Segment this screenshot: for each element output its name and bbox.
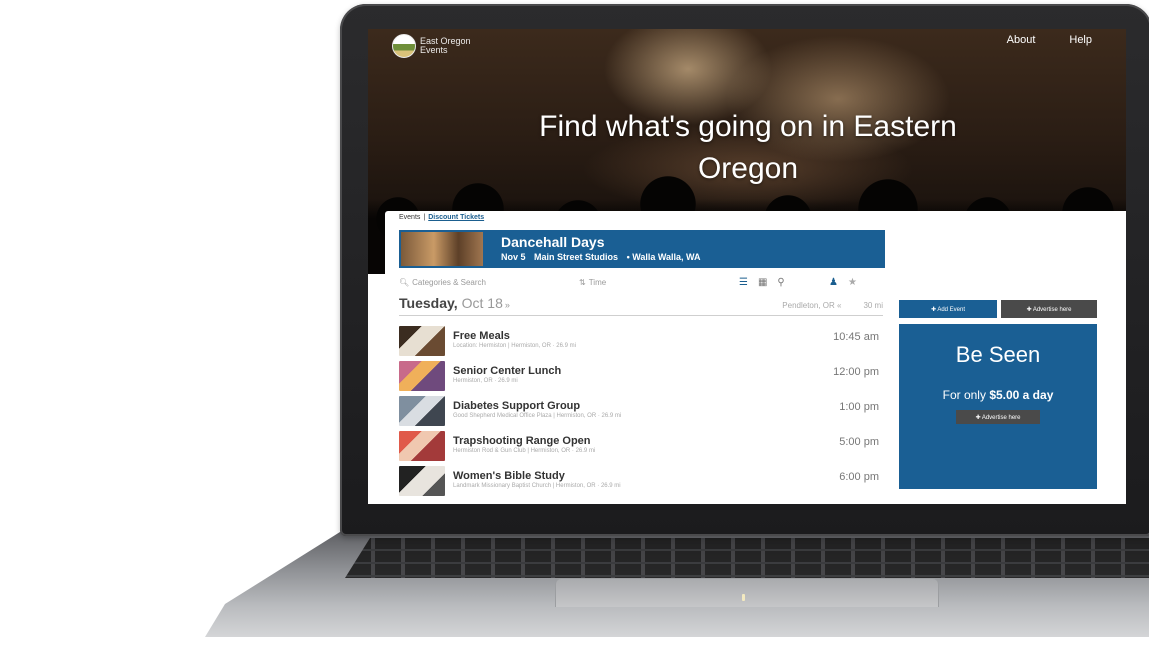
tab-discount-tickets[interactable]: Discount Tickets (428, 214, 484, 221)
event-text: Free Meals Location: Hermiston | Hermist… (453, 330, 576, 351)
featured-event-meta: Nov 5 Main Street Studios • Walla Walla,… (501, 250, 707, 264)
search-control[interactable]: 🔍︎ Categories & Search (399, 278, 579, 287)
ad-subtitle: For only $5.00 a day (899, 388, 1097, 402)
event-text: Women's Bible Study Landmark Missionary … (453, 470, 621, 491)
ad-sub-price: $5.00 a day (989, 388, 1054, 402)
event-title: Women's Bible Study (453, 470, 565, 482)
tab-bar: Events | Discount Tickets (399, 214, 484, 221)
site-logo[interactable]: East Oregon Events (392, 34, 471, 58)
location-selector[interactable]: Pendleton, OR « (782, 301, 841, 310)
event-row[interactable]: Diabetes Support Group Good Shepherd Med… (399, 393, 883, 428)
ad-box: Be Seen For only $5.00 a day ✚ Advertise… (899, 324, 1097, 489)
grid-view-icon[interactable]: ▦ (758, 277, 767, 288)
list-view-icon[interactable]: ☰ (739, 277, 748, 288)
logo-text: East Oregon Events (420, 37, 471, 55)
day-name: Tuesday, (399, 295, 458, 311)
tab-separator: | (423, 214, 426, 221)
event-row[interactable]: Trapshooting Range Open Hermiston Rod & … (399, 428, 883, 463)
nav-about-link[interactable]: About (1007, 34, 1036, 46)
event-meta: Landmark Missionary Baptist Church | Her… (453, 483, 621, 489)
event-time: 5:00 pm (839, 436, 879, 448)
event-text: Diabetes Support Group Good Shepherd Med… (453, 400, 621, 421)
event-meta: Location: Hermiston | Hermiston, OR · 26… (453, 343, 576, 349)
event-thumbnail (399, 360, 445, 391)
event-time: 6:00 pm (839, 471, 879, 483)
featured-event-title: Dancehall Days (501, 234, 605, 250)
featured-event-venue: Main Street Studios (534, 252, 619, 262)
event-time: 12:00 pm (833, 366, 879, 378)
event-title: Free Meals (453, 330, 510, 342)
status-led (742, 594, 745, 601)
trackpad (555, 578, 939, 607)
logo-icon (392, 34, 416, 58)
view-switcher: ☰ ▦ ⚲ (739, 277, 829, 288)
add-event-button[interactable]: ✚ Add Event (899, 300, 997, 318)
sidebar-buttons: ✚ Add Event ✚ Advertise here (899, 300, 1097, 318)
filter-icons: ♟ ★ (829, 277, 857, 288)
radius-selector[interactable]: 30 mi (863, 301, 883, 310)
event-title: Diabetes Support Group (453, 400, 581, 412)
keyboard (345, 538, 1149, 578)
search-icon: 🔍︎ (399, 277, 410, 287)
top-nav: About Help (1007, 34, 1092, 46)
user-icon[interactable]: ♟ (829, 277, 838, 288)
featured-event-image (401, 232, 483, 266)
map-view-icon[interactable]: ⚲ (777, 277, 784, 288)
event-title: Senior Center Lunch (453, 365, 562, 377)
featured-event-city: • Walla Walla, WA (626, 252, 701, 262)
ad-title: Be Seen (955, 342, 1041, 367)
event-row[interactable]: Women's Bible Study Landmark Missionary … (399, 463, 883, 498)
nav-help-link[interactable]: Help (1069, 34, 1092, 46)
ad-sub-prefix: For only (942, 388, 986, 402)
event-toolbar: 🔍︎ Categories & Search ⇅ Time ☰ ▦ ⚲ ♟ ★ (399, 275, 885, 289)
event-title: Trapshooting Range Open (453, 435, 591, 447)
time-label: Time (588, 277, 607, 287)
star-icon[interactable]: ★ (848, 277, 857, 288)
tab-events[interactable]: Events (399, 214, 420, 221)
sort-icon: ⇅ (579, 277, 586, 287)
time-sort-control[interactable]: ⇅ Time (579, 278, 739, 287)
logo-line-2: Events (420, 45, 448, 55)
event-list: Free Meals Location: Hermiston | Hermist… (399, 323, 883, 498)
event-text: Trapshooting Range Open Hermiston Rod & … (453, 435, 595, 456)
event-thumbnail (399, 395, 445, 426)
event-thumbnail (399, 430, 445, 461)
event-text: Senior Center Lunch Hermiston, OR · 26.9… (453, 365, 561, 386)
event-meta: Hermiston Rod & Gun Club | Hermiston, OR… (453, 448, 596, 454)
advertise-button[interactable]: ✚ Advertise here (1001, 300, 1097, 318)
day-date: Oct 18 (461, 295, 503, 311)
event-row[interactable]: Senior Center Lunch Hermiston, OR · 26.9… (399, 358, 883, 393)
featured-event-date: Nov 5 (501, 252, 526, 262)
screen: East Oregon Events About Help Find what'… (368, 29, 1126, 504)
event-thumbnail (399, 325, 445, 356)
event-meta: Good Shepherd Medical Office Plaza | Her… (453, 413, 622, 419)
next-day-arrow[interactable]: » (505, 300, 510, 310)
ad-advertise-button[interactable]: ✚ Advertise here (956, 410, 1040, 424)
featured-event-banner[interactable]: Dancehall Days Nov 5 Main Street Studios… (399, 230, 885, 268)
event-time: 1:00 pm (839, 401, 879, 413)
event-time: 10:45 am (833, 331, 879, 343)
day-header: Tuesday, Oct 18 » Pendleton, OR « 30 mi (399, 295, 883, 316)
hero-title: Find what's going on in Eastern Oregon (539, 110, 957, 185)
featured-event-text: Dancehall Days Nov 5 Main Street Studios… (501, 234, 707, 264)
event-thumbnail (399, 465, 445, 496)
event-row[interactable]: Free Meals Location: Hermiston | Hermist… (399, 323, 883, 358)
event-meta: Hermiston, OR · 26.9 mi (453, 378, 518, 384)
search-placeholder: Categories & Search (412, 277, 486, 287)
